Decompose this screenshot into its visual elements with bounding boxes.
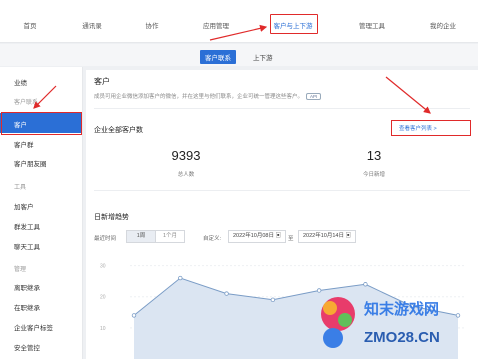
tab-customer-contact[interactable]: 客户联系	[200, 50, 236, 64]
period-week-button[interactable]: 1周	[126, 230, 156, 243]
sub-tabs: 客户联系 上下游	[0, 44, 478, 66]
sidebar-item-customer-groups[interactable]: 客户群	[14, 139, 34, 149]
date-to-value: 2022年10月14日	[303, 233, 344, 239]
recent-time-label: 最近时间	[94, 236, 117, 242]
sidebar-item-add-customer[interactable]: 加客户	[14, 201, 34, 211]
nav-highlight-box	[270, 14, 318, 34]
sidebar-item-onjob-inherit[interactable]: 在职继承	[14, 302, 40, 312]
date-separator: 至	[288, 236, 294, 242]
watermark-en: ZMO28.CN	[364, 329, 440, 346]
calendar-icon: ▣	[345, 233, 352, 239]
top-navigation: 首页 通讯录 协作 应用管理 客户与上下游 管理工具 我的企业	[0, 0, 478, 43]
y-tick-label: 10	[100, 326, 106, 332]
chart-point[interactable]	[131, 313, 137, 318]
watermark: 知末游戏网 ZMO28.CN	[321, 297, 440, 348]
divider	[94, 190, 470, 191]
trend-title: 日新增趋势	[94, 214, 129, 221]
date-to-picker[interactable]: 2022年10月14日 ▣	[298, 230, 357, 243]
today-new-value: 13	[366, 148, 382, 163]
sidebar-item-mass-send[interactable]: 群发工具	[14, 221, 40, 231]
nav-contacts[interactable]: 通讯录	[82, 20, 102, 30]
sidebar-highlight-box	[1, 112, 82, 135]
date-from-value: 2022年10月08日	[233, 233, 274, 239]
chart-point[interactable]	[270, 297, 276, 303]
page-title: 客户	[94, 77, 110, 86]
y-tick-label: 20	[100, 295, 106, 301]
total-customers-heading: 企业全部客户数	[94, 127, 143, 134]
sidebar: 业绩 客户联系 客户 客户群 客户朋友圈 工具 加客户 群发工具 聊天工具 管理…	[0, 67, 83, 359]
watermark-logo-icon	[321, 297, 355, 331]
page-description: 成员可用企业微信添加客户的微信，并在这里与他们联系，企业可统一管理这些客户。 AP…	[94, 92, 322, 100]
chart-point[interactable]	[363, 282, 368, 287]
sidebar-item-performance[interactable]: 业绩	[14, 77, 27, 87]
sidebar-group-tools: 工具	[14, 185, 27, 191]
period-month-button[interactable]: 1个月	[155, 230, 185, 243]
divider	[94, 108, 470, 109]
sidebar-item-customer-tags[interactable]: 企业客户标签	[14, 322, 53, 332]
y-tick-label: 30	[100, 264, 106, 270]
chart-point[interactable]	[178, 275, 183, 281]
calendar-icon: ▣	[275, 233, 282, 239]
chart-point[interactable]	[224, 291, 229, 296]
nav-my-enterprise[interactable]: 我的企业	[430, 20, 456, 30]
nav-management-tools[interactable]: 管理工具	[359, 20, 385, 30]
sidebar-group-customer-contact: 客户联系	[14, 100, 39, 106]
link-highlight-box	[391, 120, 471, 136]
custom-range-label: 自定义:	[203, 236, 222, 242]
sidebar-item-resigned-inherit[interactable]: 离职继承	[14, 282, 40, 292]
sidebar-item-moments[interactable]: 客户朋友圈	[14, 158, 47, 168]
today-new-label: 今日新增	[362, 172, 386, 178]
tab-upstream-downstream[interactable]: 上下游	[248, 50, 278, 64]
watermark-cn: 知末游戏网	[364, 300, 439, 318]
sidebar-group-management: 管理	[14, 267, 27, 273]
total-count-value: 9393	[171, 148, 201, 163]
sidebar-item-security[interactable]: 安全管控	[14, 342, 40, 352]
sidebar-item-chat-tools[interactable]: 聊天工具	[14, 241, 40, 251]
date-from-picker[interactable]: 2022年10月08日 ▣	[228, 230, 287, 243]
nav-collaboration[interactable]: 协作	[146, 20, 159, 30]
description-text: 成员可用企业微信添加客户的微信，并在这里与他们联系，企业可统一管理这些客户。	[94, 94, 304, 100]
total-count-label: 总人数	[177, 172, 195, 178]
nav-app-management[interactable]: 应用管理	[203, 20, 229, 30]
api-badge[interactable]: API	[306, 93, 322, 100]
nav-home[interactable]: 首页	[24, 20, 37, 30]
